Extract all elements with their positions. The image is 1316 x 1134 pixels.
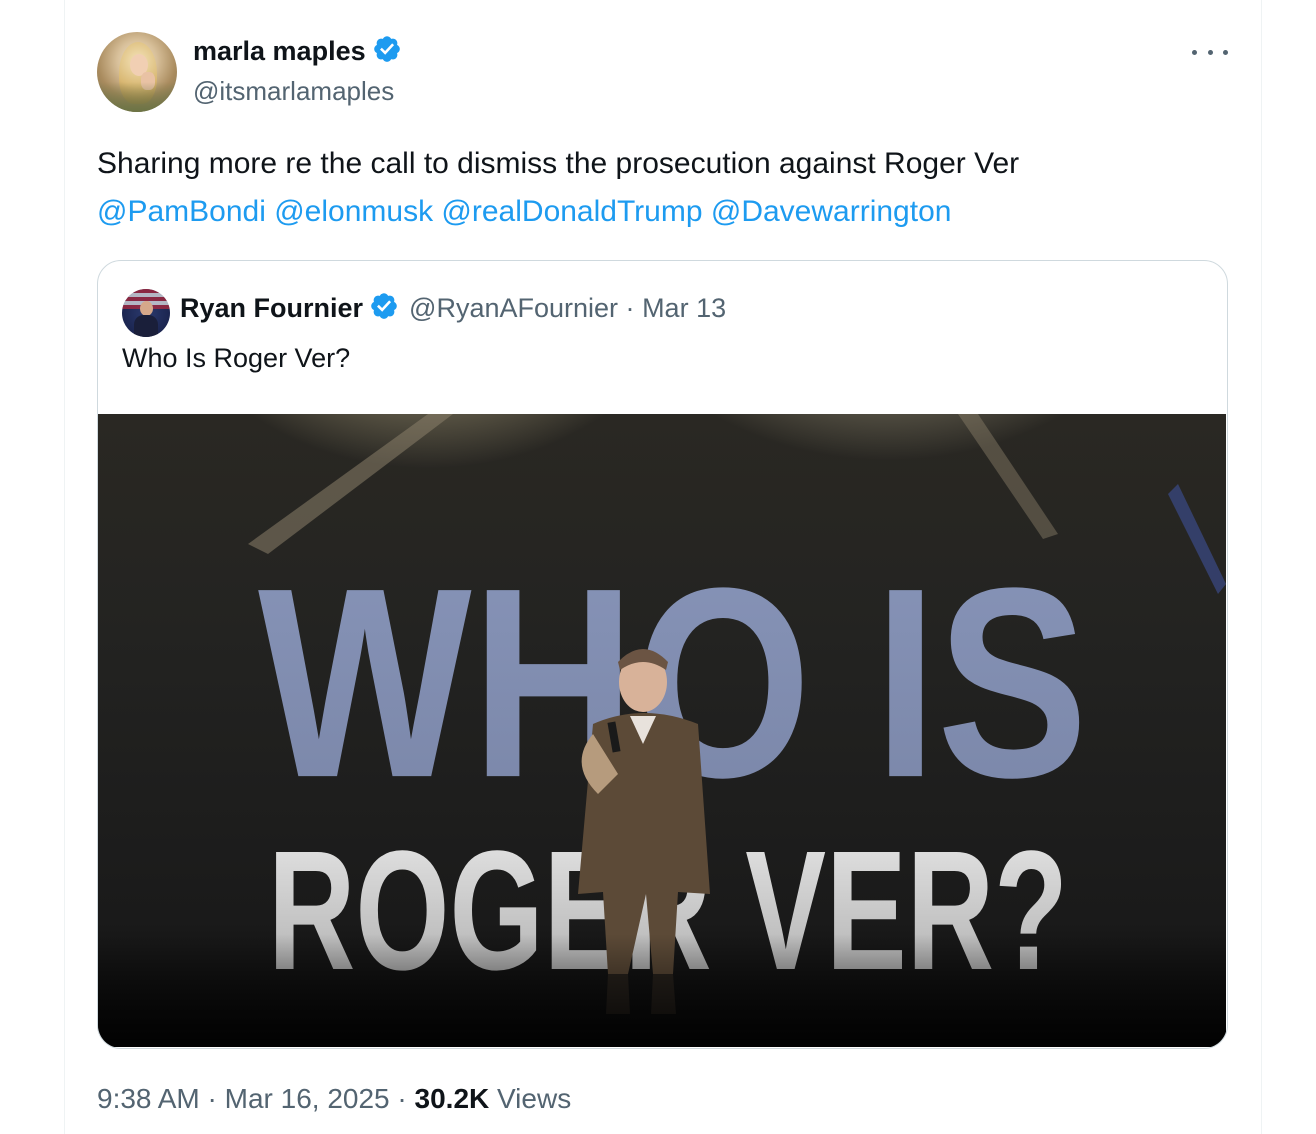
quoted-video-thumbnail[interactable]: WHO IS ROGER VER? [98, 414, 1226, 1047]
more-dot [1223, 49, 1228, 55]
more-options-icon[interactable] [1192, 40, 1228, 64]
more-dot [1207, 49, 1213, 55]
more-dot [1192, 49, 1197, 55]
mention-link[interactable]: @elonmusk [274, 195, 433, 228]
tweet-time[interactable]: 9:38 AM [97, 1083, 200, 1114]
quoted-author-name[interactable]: Ryan Fournier [180, 293, 363, 323]
mention-link[interactable]: @PamBondi [97, 195, 266, 228]
tweet-text: Sharing more re the call to dismiss the … [97, 140, 1207, 236]
quoted-tweet-text: Who Is Roger Ver? [122, 343, 351, 373]
author-name[interactable]: marla maples [193, 36, 366, 66]
separator: · [397, 1083, 407, 1114]
separator: · [625, 293, 635, 323]
tweet-text-main: Sharing more re the call to dismiss the … [97, 147, 1020, 180]
quoted-tweet-card[interactable]: Ryan Fournier @RyanAFournier · Mar 13 Who… [97, 260, 1228, 1049]
author-avatar[interactable] [97, 32, 177, 112]
quoted-tweet-date[interactable]: Mar 13 [642, 293, 726, 323]
timestamp-row: 9:38 AM · Mar 16, 2025 · 30.2K Views [97, 1083, 571, 1115]
views-label: Views [497, 1083, 572, 1114]
quoted-author-row: Ryan Fournier @RyanAFournier · Mar 13 [180, 291, 726, 328]
author-handle[interactable]: @itsmarlamaples [193, 76, 394, 107]
mention-link[interactable]: @Davewarrington [711, 195, 952, 228]
avatar-foliage [97, 82, 177, 112]
quoted-author-handle: @RyanAFournier [409, 293, 619, 323]
quoted-author-avatar[interactable] [122, 289, 170, 337]
verified-badge-icon [369, 291, 399, 328]
author-name-row[interactable]: marla maples [193, 34, 402, 71]
tweet-date[interactable]: Mar 16, 2025 [225, 1083, 390, 1114]
mention-link[interactable]: @realDonaldTrump [441, 195, 702, 228]
avatar-body [134, 315, 158, 337]
avatar-head [140, 301, 153, 316]
separator: · [207, 1083, 217, 1114]
views-count[interactable]: 30.2K [415, 1083, 490, 1114]
verified-badge-icon[interactable] [372, 34, 402, 71]
video-bottom-fade [98, 934, 1226, 1047]
tweet-mentions: @PamBondi @elonmusk @realDonaldTrump @Da… [97, 188, 1207, 236]
